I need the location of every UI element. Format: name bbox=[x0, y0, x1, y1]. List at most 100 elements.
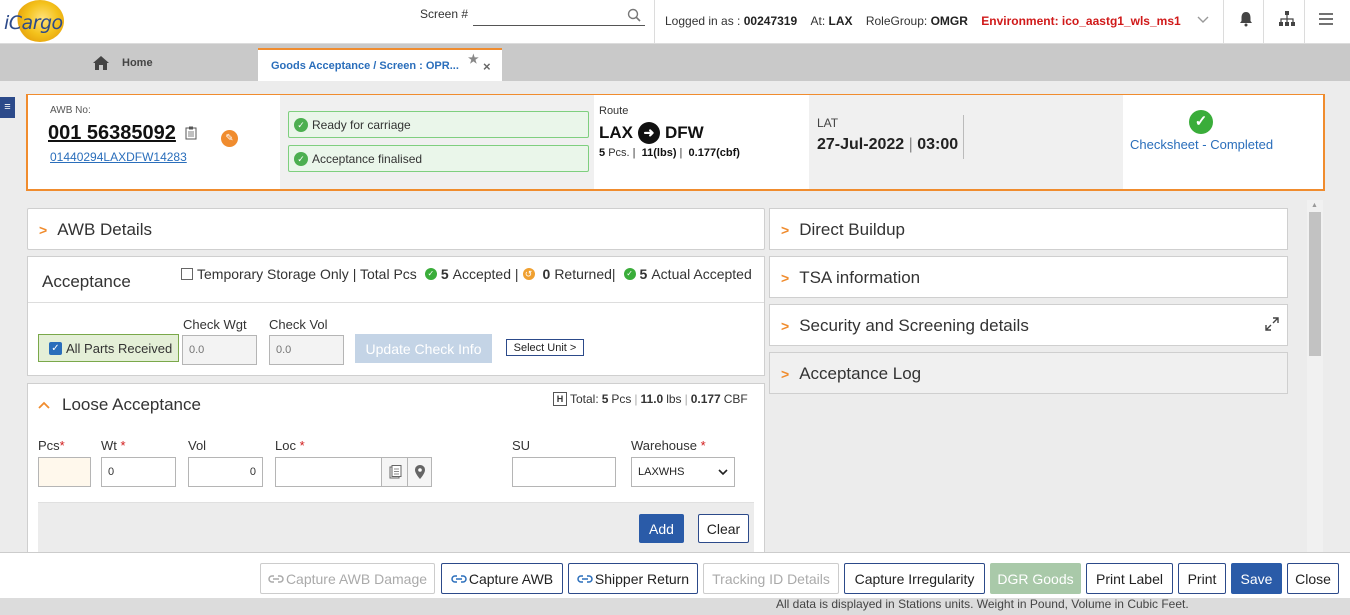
checksheet-column: ✓ Checksheet - Completed bbox=[1123, 95, 1323, 189]
route-main: LAX ➜ DFW bbox=[599, 122, 704, 144]
panel-header: > TSA information bbox=[781, 268, 920, 288]
expand-icon[interactable] bbox=[1264, 316, 1280, 332]
map-pin-icon[interactable] bbox=[408, 457, 432, 487]
route-pcs-unit: Pcs. bbox=[608, 147, 630, 159]
panel-header: > Security and Screening details bbox=[781, 316, 1029, 336]
clear-button[interactable]: Clear bbox=[698, 514, 749, 543]
vol-input[interactable] bbox=[188, 457, 263, 487]
star-icon[interactable]: ★ bbox=[468, 52, 479, 66]
tab-goods-acceptance[interactable]: Goods Acceptance / Screen : OPR... ★ × bbox=[258, 48, 502, 81]
returned-count: 0 bbox=[542, 266, 551, 282]
screen-search-input[interactable] bbox=[473, 6, 645, 26]
su-input[interactable] bbox=[512, 457, 616, 487]
update-check-info-button[interactable]: Update Check Info bbox=[355, 334, 492, 363]
check-vol-input[interactable] bbox=[269, 335, 344, 365]
scroll-up-icon[interactable]: ▲ bbox=[1311, 202, 1318, 209]
shipper-return-button[interactable]: Shipper Return bbox=[568, 563, 698, 594]
capture-irregularity-button[interactable]: Capture Irregularity bbox=[844, 563, 985, 594]
icargo-logo[interactable]: iCargo bbox=[2, 0, 64, 44]
lat-time: 03:00 bbox=[917, 136, 959, 153]
close-button[interactable]: Close bbox=[1287, 563, 1339, 594]
route-pcs: 5 bbox=[599, 147, 606, 159]
total-pcs-label: | Total Pcs bbox=[352, 266, 417, 282]
loose-action-bar: Add Clear bbox=[38, 502, 754, 554]
screen-label: Screen # bbox=[420, 7, 469, 21]
edit-icon[interactable]: ✎ bbox=[221, 130, 238, 147]
loose-acceptance-panel: Loose Acceptance H Total: 5 Pcs | 11.0 l… bbox=[27, 383, 765, 554]
location-list-icon[interactable] bbox=[382, 457, 408, 487]
button-label: Shipper Return bbox=[594, 570, 690, 587]
checkbox-checked-icon: ✓ bbox=[49, 341, 62, 355]
loose-pcs-unit: Pcs bbox=[611, 392, 632, 406]
acceptance-log-panel[interactable]: > Acceptance Log bbox=[769, 352, 1288, 394]
link-icon bbox=[577, 574, 593, 583]
chevron-right-icon: > bbox=[781, 318, 790, 334]
panel-header: > AWB Details bbox=[39, 220, 152, 240]
chevron-right-icon: > bbox=[781, 366, 790, 382]
add-piece-icon[interactable]: H bbox=[553, 392, 567, 406]
close-tab-icon[interactable]: × bbox=[483, 59, 491, 74]
tab-active-label: Goods Acceptance / Screen : OPR... bbox=[271, 59, 459, 72]
capture-awb-button[interactable]: Capture AWB bbox=[441, 563, 563, 594]
awb-reference-link[interactable]: 01440294LAXDFW14283 bbox=[50, 150, 187, 164]
print-label-button[interactable]: Print Label bbox=[1086, 563, 1173, 594]
panel-title: Acceptance Log bbox=[799, 364, 922, 383]
select-unit-button[interactable]: Select Unit > bbox=[506, 339, 584, 356]
top-bar: iCargo Screen # Logged in as : 00247319 … bbox=[0, 0, 1350, 44]
all-parts-received-toggle[interactable]: ✓ All Parts Received bbox=[38, 334, 179, 362]
button-label: Capture AWB Damage bbox=[285, 570, 428, 587]
bell-icon[interactable] bbox=[1237, 10, 1255, 28]
tsa-information-panel[interactable]: > TSA information bbox=[769, 256, 1288, 298]
route-wgt-unit: (lbs) bbox=[653, 147, 677, 159]
awb-details-panel[interactable]: > AWB Details bbox=[27, 208, 765, 250]
su-label: SU bbox=[512, 438, 531, 453]
route-origin: LAX bbox=[599, 123, 633, 142]
loose-vol-unit: CBF bbox=[723, 392, 748, 406]
station: LAX bbox=[828, 14, 853, 28]
divider bbox=[963, 115, 964, 159]
dgr-goods-button[interactable]: DGR Goods bbox=[990, 563, 1081, 594]
awb-number[interactable]: 001 56385092 bbox=[48, 122, 176, 145]
route-summary: 5 Pcs. | 11(lbs) | 0.177(cbf) bbox=[599, 147, 740, 159]
hamburger-menu-icon[interactable] bbox=[1317, 10, 1335, 28]
pcs-input[interactable] bbox=[38, 457, 91, 487]
search-icon[interactable] bbox=[627, 8, 641, 22]
wt-label: Wt * bbox=[101, 438, 126, 453]
pcs-label: Pcs* bbox=[38, 438, 65, 453]
awb-header-card: AWB No: 001 56385092 01440294LAXDFW14283… bbox=[26, 94, 1325, 191]
arrow-right-icon: ➜ bbox=[638, 122, 660, 144]
capture-awb-damage-button[interactable]: Capture AWB Damage bbox=[260, 563, 435, 594]
warehouse-label: Warehouse * bbox=[631, 438, 706, 453]
loc-input[interactable] bbox=[275, 457, 382, 487]
actual-label: Actual Accepted bbox=[651, 266, 752, 282]
rolegroup: OMGR bbox=[930, 14, 968, 28]
side-menu-toggle[interactable]: ≡ bbox=[0, 97, 15, 118]
divider bbox=[1223, 0, 1224, 44]
print-button[interactable]: Print bbox=[1178, 563, 1226, 594]
checksheet-link[interactable]: Checksheet - Completed bbox=[1130, 137, 1273, 152]
warehouse-value: LAXWHS bbox=[638, 466, 685, 478]
scrollbar-thumb[interactable] bbox=[1309, 212, 1321, 356]
tab-home[interactable]: Home bbox=[92, 52, 153, 74]
route-column: Route LAX ➜ DFW 5 Pcs. | 11(lbs) | 0.177… bbox=[594, 95, 809, 189]
panel-title: TSA information bbox=[799, 268, 921, 287]
security-screening-panel[interactable]: > Security and Screening details bbox=[769, 304, 1288, 346]
check-circle-icon: ✓ bbox=[294, 151, 308, 166]
warehouse-select[interactable]: LAXWHS bbox=[631, 457, 735, 487]
lat-date: 27-Jul-2022 bbox=[817, 136, 905, 153]
add-button[interactable]: Add bbox=[639, 514, 684, 543]
actual-count: 5 bbox=[639, 266, 648, 282]
tracking-id-details-button[interactable]: Tracking ID Details bbox=[703, 563, 839, 594]
chevron-down-icon[interactable] bbox=[1196, 12, 1210, 26]
temp-storage-checkbox[interactable] bbox=[181, 268, 193, 280]
save-button[interactable]: Save bbox=[1231, 563, 1282, 594]
vertical-scrollbar[interactable]: ▲ bbox=[1307, 200, 1323, 552]
direct-buildup-panel[interactable]: > Direct Buildup bbox=[769, 208, 1288, 250]
clipboard-icon[interactable] bbox=[185, 126, 197, 140]
sitemap-icon[interactable] bbox=[1278, 10, 1296, 28]
check-circle-icon: ✓ bbox=[294, 117, 308, 132]
panel-header[interactable]: Loose Acceptance bbox=[38, 395, 201, 415]
wt-input[interactable] bbox=[101, 457, 176, 487]
tab-home-label: Home bbox=[122, 57, 153, 69]
check-wgt-input[interactable] bbox=[182, 335, 257, 365]
